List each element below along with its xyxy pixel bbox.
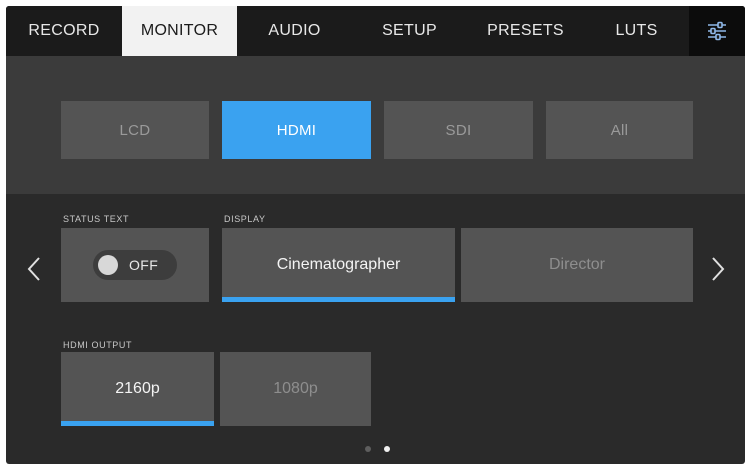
hdmi-output-1080p-label: 1080p [273,380,318,397]
tab-setup-label: SETUP [382,22,437,39]
display-option-cinematographer[interactable]: Cinematographer [222,228,455,302]
tab-audio[interactable]: AUDIO [237,6,352,56]
tab-monitor[interactable]: MONITOR [122,6,237,56]
previous-page-button[interactable] [24,254,44,284]
toggle-state-label: OFF [129,257,159,273]
sliders-icon [708,21,726,41]
output-sdi-button[interactable]: SDI [384,101,533,159]
tab-bar: RECORD MONITOR AUDIO SETUP PRESETS LUTS [6,6,745,56]
tab-luts[interactable]: LUTS [584,6,689,56]
page-indicator-dot-1[interactable] [365,446,371,452]
status-text-tile: OFF [61,228,209,302]
hdmi-output-1080p[interactable]: 1080p [220,352,371,426]
output-hdmi-label: HDMI [276,121,317,139]
tab-presets[interactable]: PRESETS [467,6,584,56]
settings-panel: STATUS TEXT OFF DISPLAY Cinematographer … [6,194,745,464]
status-text-label: STATUS TEXT [63,214,130,224]
display-option-cinematographer-label: Cinematographer [276,256,401,273]
tab-monitor-label: MONITOR [140,22,219,39]
chevron-left-icon [27,257,40,281]
tab-setup[interactable]: SETUP [352,6,467,56]
output-lcd-label: LCD [119,121,151,139]
output-all-label: All [610,121,629,139]
tab-presets-label: PRESETS [487,22,564,39]
output-hdmi-button[interactable]: HDMI [222,101,371,159]
tab-audio-label: AUDIO [268,22,321,39]
output-sdi-label: SDI [445,121,472,139]
hdmi-output-label: HDMI OUTPUT [63,340,133,350]
hdmi-output-2160p[interactable]: 2160p [61,352,214,426]
display-option-director[interactable]: Director [461,228,693,302]
output-all-button[interactable]: All [546,101,693,159]
monitor-output-selector: LCD HDMI SDI All [6,56,745,194]
display-option-director-label: Director [548,256,605,273]
camera-screen: RECORD MONITOR AUDIO SETUP PRESETS LUTS … [6,6,745,464]
output-lcd-button[interactable]: LCD [61,101,209,159]
display-label: DISPLAY [224,214,266,224]
status-text-toggle[interactable]: OFF [93,250,177,280]
selected-indicator [61,421,214,426]
hdmi-output-2160p-label: 2160p [115,380,160,397]
tab-record[interactable]: RECORD [6,6,122,56]
tab-luts-label: LUTS [615,22,658,39]
selected-indicator [222,297,455,302]
chevron-right-icon [712,257,725,281]
tab-record-label: RECORD [28,22,100,39]
settings-button[interactable] [689,6,745,56]
page-indicator-dot-2[interactable] [384,446,390,452]
next-page-button[interactable] [708,254,728,284]
toggle-knob [98,255,118,275]
